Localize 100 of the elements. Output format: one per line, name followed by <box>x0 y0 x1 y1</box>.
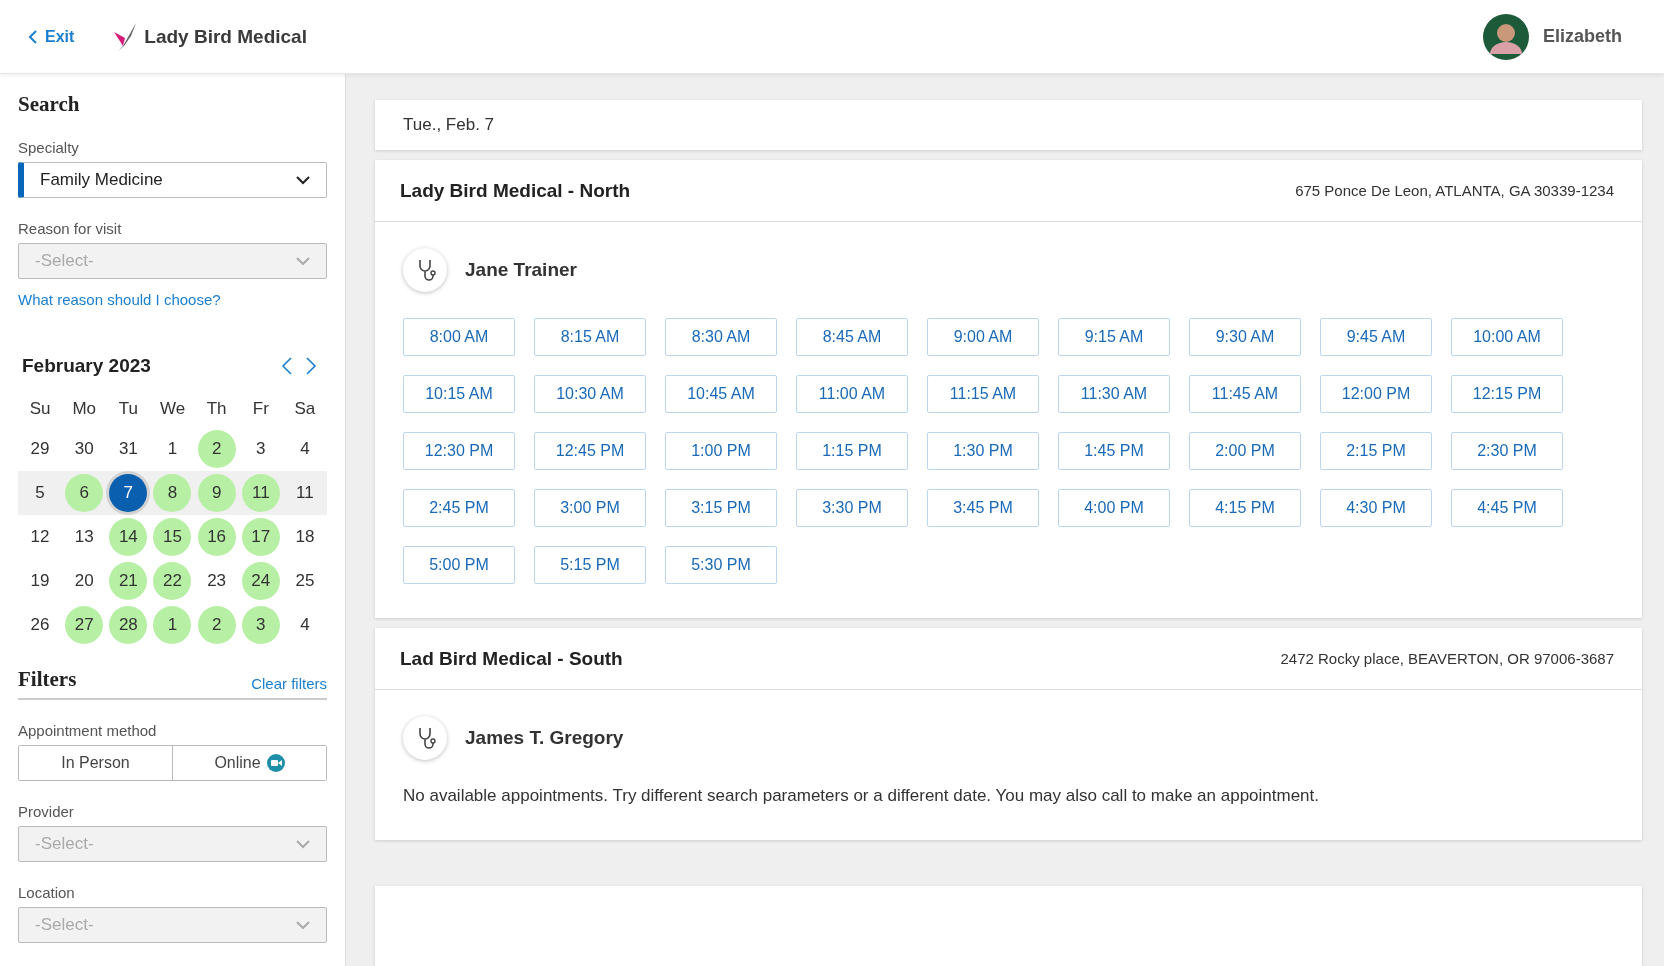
time-slot-button[interactable]: 1:00 PM <box>665 432 777 470</box>
time-slot-button[interactable]: 2:45 PM <box>403 489 515 527</box>
calendar-day[interactable]: 21 <box>109 562 148 600</box>
time-slot-button[interactable]: 8:15 AM <box>534 318 646 356</box>
time-slot-button[interactable]: 12:30 PM <box>403 432 515 470</box>
time-slot-button[interactable]: 12:15 PM <box>1451 375 1563 413</box>
chevron-down-icon <box>296 920 310 930</box>
time-slot-button[interactable]: 2:15 PM <box>1320 432 1432 470</box>
time-slot-button[interactable]: 3:00 PM <box>534 489 646 527</box>
calendar-day[interactable]: 13 <box>65 518 104 556</box>
time-slot-button[interactable]: 1:45 PM <box>1058 432 1170 470</box>
calendar-day[interactable]: 26 <box>21 606 60 644</box>
time-slot-button[interactable]: 3:15 PM <box>665 489 777 527</box>
time-slot-button[interactable]: 11:45 AM <box>1189 375 1301 413</box>
time-slot-button[interactable]: 10:30 AM <box>534 375 646 413</box>
time-slot-button[interactable]: 8:45 AM <box>796 318 908 356</box>
calendar-day[interactable]: 16 <box>197 518 236 556</box>
location-address: 675 Ponce De Leon, ATLANTA, GA 30339-1234 <box>1295 182 1614 199</box>
calendar-day[interactable]: 19 <box>21 562 60 600</box>
time-slot-button[interactable]: 5:30 PM <box>665 546 777 584</box>
calendar-day[interactable]: 3 <box>241 430 280 468</box>
calendar-day[interactable]: 28 <box>109 606 148 644</box>
video-camera-icon <box>266 754 285 772</box>
time-slot-button[interactable]: 4:00 PM <box>1058 489 1170 527</box>
calendar-day[interactable]: 7 <box>109 474 148 512</box>
chevron-down-icon <box>296 256 310 266</box>
calendar-day[interactable]: 14 <box>109 518 148 556</box>
chevron-down-icon <box>296 175 310 185</box>
time-slot-button[interactable]: 4:45 PM <box>1451 489 1563 527</box>
time-slot-button[interactable]: 5:00 PM <box>403 546 515 584</box>
calendar-day[interactable]: 30 <box>65 430 104 468</box>
time-slot-button[interactable]: 11:30 AM <box>1058 375 1170 413</box>
weekday-label: Mo <box>71 398 97 420</box>
time-slot-button[interactable]: 11:00 AM <box>796 375 908 413</box>
calendar-day[interactable]: 8 <box>153 474 192 512</box>
calendar-day[interactable]: 2 <box>197 430 236 468</box>
field-label: Specialty <box>18 139 80 156</box>
time-slot-button[interactable]: 12:00 PM <box>1320 375 1432 413</box>
brand-name: Lady Bird Medical <box>144 25 307 48</box>
calendar-day[interactable]: 27 <box>65 606 104 644</box>
time-slot-button[interactable]: 10:45 AM <box>665 375 777 413</box>
calendar-day[interactable]: 31 <box>109 430 148 468</box>
time-slot-button[interactable]: 8:30 AM <box>665 318 777 356</box>
calendar-day[interactable]: 4 <box>285 606 324 644</box>
time-slot-button[interactable]: 9:15 AM <box>1058 318 1170 356</box>
method-option[interactable]: In Person <box>19 746 173 780</box>
calendar-day[interactable]: 1 <box>153 430 192 468</box>
calendar-day[interactable]: 4 <box>285 430 324 468</box>
time-slot-button[interactable]: 3:45 PM <box>927 489 1039 527</box>
clear-filters-link[interactable]: Clear filters <box>251 675 327 692</box>
field-label: Provider <box>18 803 75 820</box>
time-slot-button[interactable]: 5:15 PM <box>534 546 646 584</box>
location-name: Lad Bird Medical - South <box>400 647 623 670</box>
calendar-day[interactable]: 5 <box>21 474 60 512</box>
specialty-select[interactable]: Family Medicine <box>18 162 327 198</box>
calendar-day[interactable]: 6 <box>65 474 104 512</box>
time-slot-button[interactable]: 11:15 AM <box>927 375 1039 413</box>
user-avatar[interactable] <box>1483 13 1529 60</box>
date-bar: Tue., Feb. 7 <box>375 100 1642 150</box>
calendar-day[interactable]: 20 <box>65 562 104 600</box>
calendar-day[interactable]: 22 <box>153 562 192 600</box>
time-slot-button[interactable]: 4:15 PM <box>1189 489 1301 527</box>
calendar-day[interactable]: 11 <box>241 474 280 512</box>
time-slot-button[interactable]: 2:00 PM <box>1189 432 1301 470</box>
calendar-day[interactable]: 11 <box>285 474 324 512</box>
calendar-day[interactable]: 29 <box>21 430 60 468</box>
calendar-day[interactable]: 2 <box>197 606 236 644</box>
calendar-day[interactable]: 12 <box>21 518 60 556</box>
time-slot-button[interactable]: 3:30 PM <box>796 489 908 527</box>
time-slot-button[interactable]: 8:00 AM <box>403 318 515 356</box>
time-slot-button[interactable]: 9:30 AM <box>1189 318 1301 356</box>
field-label: Appointment method <box>18 722 158 739</box>
chevron-down-icon <box>296 839 310 849</box>
weekday-label: Th <box>205 398 228 420</box>
calendar-day[interactable]: 9 <box>197 474 236 512</box>
calendar-day[interactable]: 18 <box>285 518 324 556</box>
location-name: Lady Bird Medical - North <box>400 179 631 202</box>
time-slot-button[interactable]: 10:15 AM <box>403 375 515 413</box>
time-slot-button[interactable]: 4:30 PM <box>1320 489 1432 527</box>
time-slot-button[interactable]: 9:00 AM <box>927 318 1039 356</box>
chevron-left-icon <box>28 29 37 44</box>
calendar-day[interactable]: 23 <box>197 562 236 600</box>
time-slot-button[interactable]: 10:00 AM <box>1451 318 1563 356</box>
exit-link[interactable]: Exit <box>28 27 75 46</box>
help-link[interactable]: What reason should I choose? <box>18 291 221 308</box>
calendar-day[interactable]: 17 <box>241 518 280 556</box>
time-slot-button[interactable]: 1:15 PM <box>796 432 908 470</box>
calendar-day[interactable]: 1 <box>153 606 192 644</box>
calendar-day[interactable]: 25 <box>285 562 324 600</box>
location-address: 2472 Rocky place, BEAVERTON, OR 97006-3687 <box>1280 650 1614 667</box>
calendar-day[interactable]: 3 <box>241 606 280 644</box>
provider-name: James T. Gregory <box>465 727 624 749</box>
calendar-day[interactable]: 24 <box>241 562 280 600</box>
time-slot-button[interactable]: 2:30 PM <box>1451 432 1563 470</box>
time-slot-button[interactable]: 12:45 PM <box>534 432 646 470</box>
time-slot-button[interactable]: 1:30 PM <box>927 432 1039 470</box>
provider-name: Jane Trainer <box>465 259 577 281</box>
calendar-day[interactable]: 15 <box>153 518 192 556</box>
stethoscope-icon <box>403 248 447 292</box>
time-slot-button[interactable]: 9:45 AM <box>1320 318 1432 356</box>
